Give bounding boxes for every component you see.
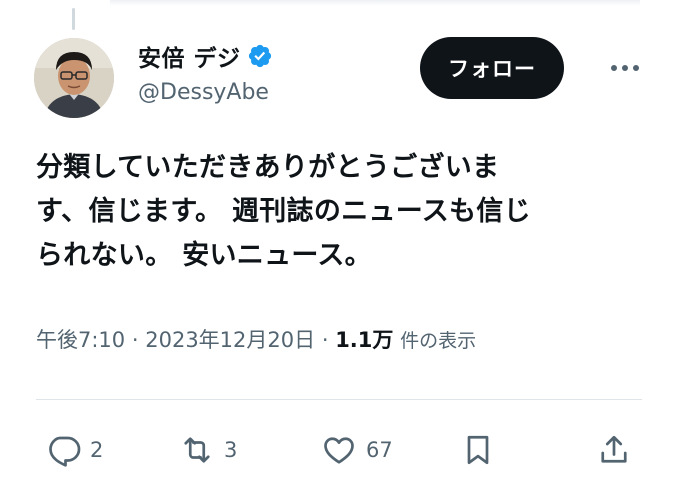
tweet-text-line: す、信じます。 週刊誌のニュースも信じ — [36, 196, 531, 227]
tweet-text-line: 分類していただきありがとうございま — [36, 152, 500, 183]
bookmark-icon — [467, 435, 489, 465]
heart-icon — [324, 437, 354, 464]
meta-separator: · — [321, 328, 329, 352]
tweet-metadata: 午後7:10 · 2023年12月20日 · 1.1万 件の表示 — [36, 324, 476, 354]
previous-tweet-edge — [110, 0, 640, 6]
retweet-icon — [184, 437, 210, 463]
meta-separator: · — [131, 328, 139, 352]
retweet-count: 3 — [224, 438, 238, 462]
bookmark-button[interactable] — [460, 430, 496, 470]
follow-button[interactable]: フォロー — [420, 37, 564, 99]
share-icon — [601, 435, 627, 463]
avatar[interactable] — [34, 38, 114, 118]
thread-connector-line — [72, 8, 75, 30]
views-count[interactable]: 1.1万 — [335, 328, 393, 352]
action-bar: 2 3 67 — [0, 430, 680, 470]
like-button[interactable]: 67 — [320, 430, 393, 470]
tweet-time[interactable]: 午後7:10 — [36, 328, 125, 352]
views-label[interactable]: 件の表示 — [400, 330, 476, 352]
more-horizontal-icon — [611, 65, 639, 71]
reply-count: 2 — [90, 438, 104, 462]
author-display-name[interactable]: 安倍 デジ — [138, 39, 241, 73]
tweet-date[interactable]: 2023年12月20日 — [145, 328, 315, 352]
divider — [36, 399, 642, 400]
retweet-button[interactable]: 3 — [178, 430, 237, 470]
tweet-text-line: られない。 安いニュース。 — [36, 240, 372, 271]
author-name-row[interactable]: 安倍 デジ — [138, 40, 273, 72]
reply-button[interactable]: 2 — [46, 430, 103, 470]
share-button[interactable] — [596, 430, 632, 470]
verified-badge-icon — [248, 44, 271, 68]
tweet-text: 分類していただきありがとうございま す、信じます。 週刊誌のニュースも信じ られ… — [36, 146, 636, 278]
author-handle[interactable]: @DessyAbe — [138, 80, 269, 105]
like-count: 67 — [366, 438, 393, 462]
reply-icon — [49, 436, 81, 467]
more-options-button[interactable] — [602, 56, 648, 80]
